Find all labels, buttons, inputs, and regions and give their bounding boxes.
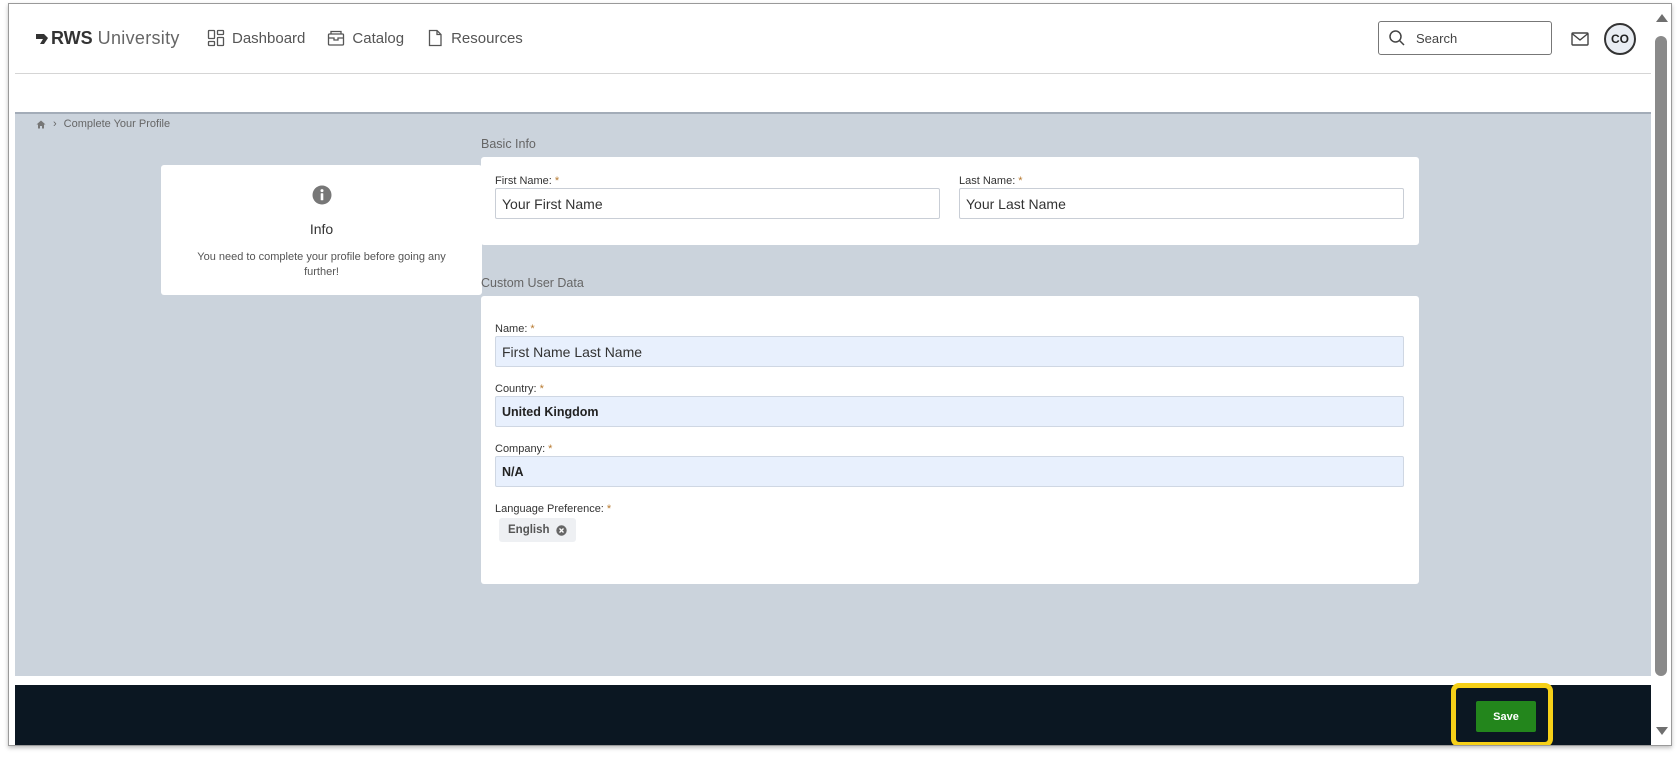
home-icon[interactable]: [36, 120, 46, 129]
info-message: You need to complete your profile before…: [197, 251, 446, 278]
country-label: Country: *: [495, 383, 544, 395]
brand-name-bold: RWS: [51, 28, 93, 48]
nav-dashboard-label: Dashboard: [232, 29, 306, 47]
scroll-up-arrow-icon[interactable]: [1656, 14, 1668, 22]
language-label: Language Preference: *: [495, 503, 611, 515]
last-name-label: Last Name: *: [959, 175, 1023, 187]
name-label-text: Name:: [495, 323, 528, 335]
language-tag: English: [499, 518, 576, 542]
custom-data-card: Name:* Country:* Company:* Language Pref…: [481, 296, 1419, 584]
browser-window: RWS University Dashboard Catalog Resourc…: [8, 3, 1672, 746]
company-label-text: Company:: [495, 443, 546, 455]
user-avatar[interactable]: CO: [1604, 23, 1636, 55]
nav-dashboard[interactable]: Dashboard: [207, 29, 305, 47]
footer-bar: Save: [15, 683, 1651, 745]
info-title: Info: [309, 221, 334, 237]
remove-tag-icon[interactable]: [555, 524, 567, 536]
required-mark: *: [539, 383, 544, 395]
dashboard-icon: [207, 29, 225, 47]
required-mark: *: [548, 443, 553, 455]
country-label-text: Country:: [495, 383, 537, 395]
scroll-down-arrow-icon[interactable]: [1656, 727, 1668, 735]
sub-header-bar: [15, 75, 1651, 114]
first-name-label-text: First Name:: [495, 175, 552, 187]
document-icon: [428, 29, 442, 47]
catalog-icon: [328, 30, 345, 46]
search-icon: [1389, 30, 1405, 46]
first-name-label: First Name: *: [495, 175, 559, 187]
nav-catalog[interactable]: Catalog: [327, 29, 404, 47]
company-field[interactable]: [495, 456, 1404, 487]
custom-data-title: Custom User Data: [481, 276, 584, 290]
footer-gap: [15, 676, 1651, 685]
main-nav: Dashboard Catalog Resources: [207, 29, 523, 47]
nav-resources-label: Resources: [451, 29, 523, 47]
required-mark: *: [530, 323, 535, 335]
breadcrumb-current: Complete Your Profile: [63, 118, 171, 130]
basic-info-card: First Name:* Last Name:*: [481, 157, 1419, 245]
company-label: Company: *: [495, 443, 552, 455]
logo-mark-icon: [36, 33, 48, 44]
breadcrumb-separator: ›: [53, 118, 57, 130]
save-button[interactable]: Save: [1476, 701, 1536, 732]
mail-icon[interactable]: [1571, 32, 1589, 46]
top-header: RWS University Dashboard Catalog Resourc…: [15, 4, 1651, 74]
language-label-text: Language Preference:: [495, 503, 604, 515]
last-name-label-text: Last Name:: [959, 175, 1016, 187]
nav-catalog-label: Catalog: [352, 29, 405, 47]
country-field[interactable]: [495, 396, 1404, 427]
info-card: Info You need to complete your profile b…: [161, 165, 482, 295]
required-mark: *: [554, 175, 560, 187]
brand-name-light: University: [97, 28, 180, 48]
scroll-thumb[interactable]: [1655, 36, 1667, 676]
name-label: Name: *: [495, 323, 535, 335]
name-field[interactable]: [495, 336, 1404, 367]
vertical-scrollbar[interactable]: [1651, 4, 1671, 745]
search-input[interactable]: [1416, 30, 1536, 46]
required-mark: *: [606, 503, 612, 515]
info-icon: [312, 185, 332, 205]
last-name-field[interactable]: [959, 188, 1404, 219]
language-tag-label: English: [508, 524, 550, 536]
page-viewport: RWS University Dashboard Catalog Resourc…: [15, 4, 1651, 745]
breadcrumb: › Complete Your Profile: [36, 118, 170, 130]
search-box[interactable]: [1378, 21, 1552, 55]
required-mark: *: [1018, 175, 1023, 187]
basic-info-title: Basic Info: [481, 137, 536, 151]
main-content: › Complete Your Profile Info You need to…: [15, 114, 1651, 676]
brand-logo[interactable]: RWS University: [35, 28, 180, 49]
first-name-field[interactable]: [495, 188, 940, 219]
nav-resources[interactable]: Resources: [426, 29, 523, 47]
